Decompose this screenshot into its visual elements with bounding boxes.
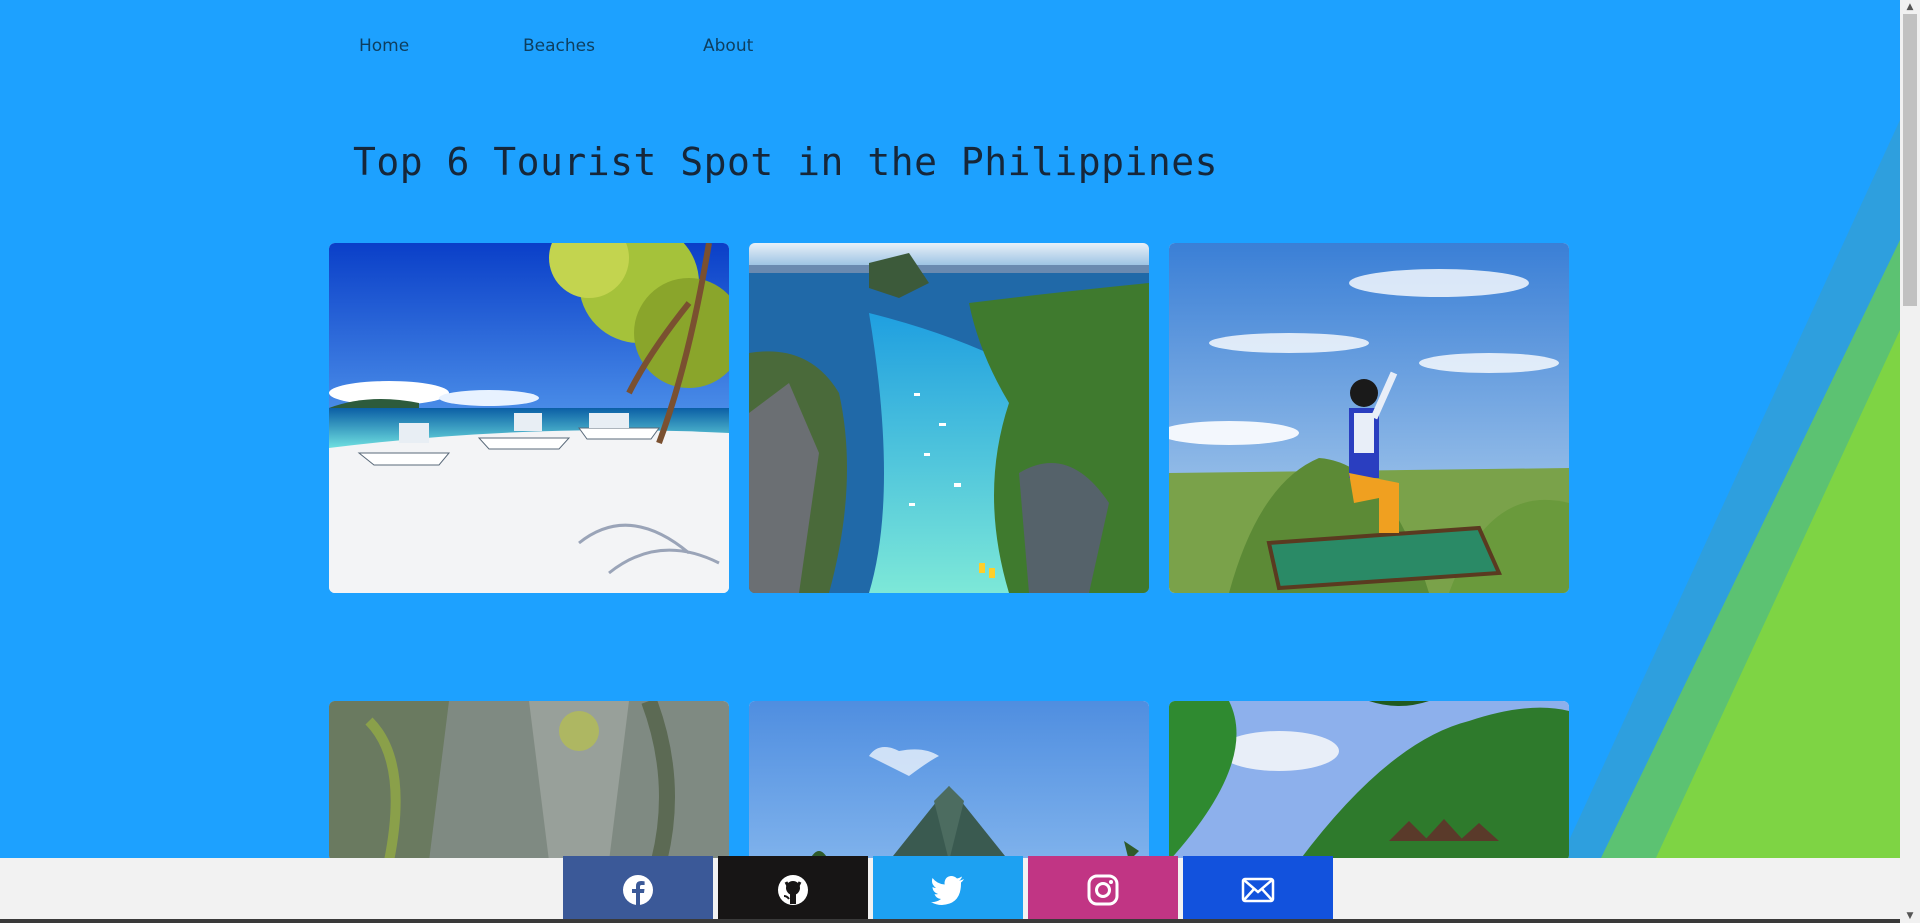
photo-lagoon-aerial[interactable]	[749, 243, 1149, 593]
bottom-edge-bar	[0, 919, 1900, 923]
photo-forest-mountain[interactable]	[1169, 701, 1569, 861]
lagoon-photo	[749, 243, 1149, 593]
photo-beach-boats[interactable]	[329, 243, 729, 593]
social-links	[563, 856, 1338, 923]
mountain-photo	[1169, 243, 1569, 593]
scroll-down-arrow-icon[interactable]: ▼	[1905, 911, 1915, 921]
scroll-up-arrow-icon[interactable]: ▲	[1905, 2, 1915, 12]
forest-photo	[1169, 701, 1569, 861]
photo-limestone-cliff[interactable]	[329, 701, 729, 861]
nav-home[interactable]: Home	[359, 36, 523, 56]
page-title: Top 6 Tourist Spot in the Philippines	[353, 140, 1218, 184]
twitter-icon	[931, 875, 964, 905]
nav-beaches[interactable]: Beaches	[523, 36, 703, 56]
vertical-scrollbar[interactable]: ▲ ▼	[1900, 0, 1920, 923]
twitter-button[interactable]	[873, 856, 1023, 923]
photo-mountain-carpet[interactable]	[1169, 243, 1569, 593]
cliff-photo	[329, 701, 729, 861]
photo-volcano[interactable]	[749, 701, 1149, 861]
instagram-icon	[1087, 874, 1119, 905]
github-button[interactable]	[718, 856, 868, 923]
facebook-button[interactable]	[563, 856, 713, 923]
facebook-icon	[623, 874, 653, 905]
volcano-photo	[749, 701, 1149, 861]
mail-icon	[1241, 877, 1275, 902]
instagram-button[interactable]	[1028, 856, 1178, 923]
github-icon	[778, 874, 808, 905]
mail-button[interactable]	[1183, 856, 1333, 923]
nav-about[interactable]: About	[703, 36, 753, 56]
top-nav: Home Beaches About	[359, 36, 753, 56]
scrollbar-thumb[interactable]	[1903, 14, 1917, 306]
beach-photo	[329, 243, 729, 593]
